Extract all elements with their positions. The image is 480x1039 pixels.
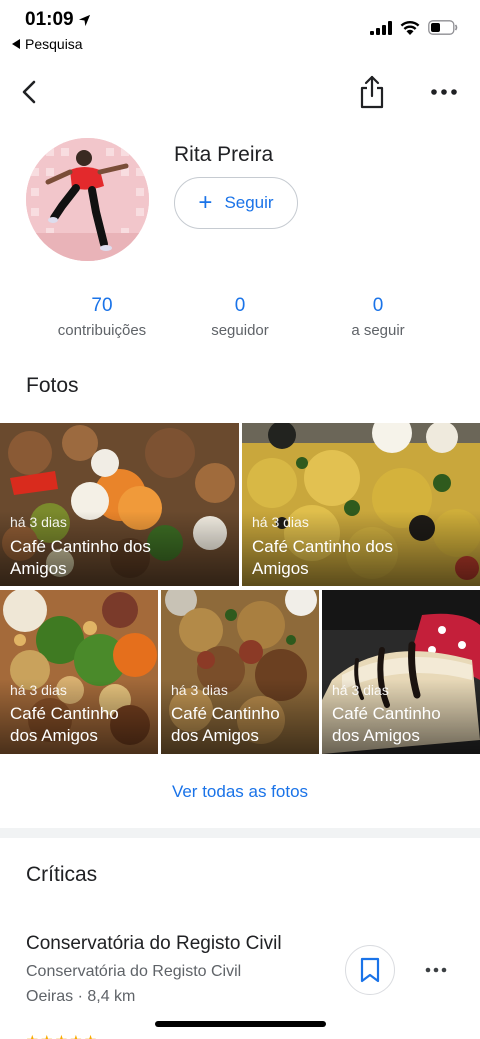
photo-place: Café Cantinho dos Amigos (10, 704, 119, 745)
back-button[interactable] (14, 76, 46, 108)
chevron-left-icon (22, 80, 36, 104)
reviews-section-title: Críticas (26, 863, 98, 886)
photo-tile[interactable]: há 3 dias Café Cantinho dos Amigos (161, 590, 319, 754)
photo-place: Café Cantinho dos Amigos (10, 537, 151, 578)
status-time: 01:09 (25, 9, 91, 31)
status-bar: 01:09 Pesquisa (0, 0, 480, 60)
stat-value: 0 (234, 295, 246, 316)
follow-button[interactable]: + Seguir (174, 177, 298, 229)
photo-date: há 3 dias (10, 682, 67, 698)
stat-label: seguidor (211, 322, 269, 339)
photo-tile[interactable]: há 3 dias Café Cantinho dos Amigos (0, 590, 158, 754)
photos-section-title: Fotos (26, 374, 79, 397)
photo-date: há 3 dias (10, 514, 67, 530)
photo-tile[interactable]: há 3 dias Café Cantinho dos Amigos (322, 590, 480, 754)
stat-following[interactable]: 0 a seguir (298, 295, 458, 339)
save-place-button[interactable] (345, 945, 395, 995)
back-to-app-link[interactable]: Pesquisa (12, 36, 83, 52)
more-options-button[interactable] (428, 78, 460, 106)
photo-date: há 3 dias (332, 682, 389, 698)
review-place-category: Conservatória do Registo Civil (26, 963, 242, 980)
photo-place: Café Cantinho dos Amigos (252, 537, 393, 578)
profile-name: Rita Preira (174, 143, 274, 166)
home-indicator[interactable] (155, 1021, 326, 1027)
cellular-signal-icon (370, 20, 392, 35)
photo-date: há 3 dias (252, 514, 309, 530)
battery-icon (428, 20, 458, 35)
wifi-icon (400, 21, 420, 35)
review-place-location: Oeiras · 8,4 km (26, 988, 136, 1005)
clock-text: 01:09 (25, 9, 74, 30)
back-triangle-icon (12, 39, 20, 49)
top-nav-bar (0, 70, 480, 114)
section-divider (0, 828, 480, 838)
more-dots-icon (431, 89, 457, 95)
stat-value: 70 (91, 295, 113, 316)
stat-followers[interactable]: 0 seguidor (160, 295, 320, 339)
profile-photo (26, 138, 149, 261)
location-arrow-icon (78, 14, 90, 26)
share-icon (360, 75, 384, 109)
stat-label: contribuições (57, 322, 147, 339)
review-place-title[interactable]: Conservatória do Registo Civil (26, 933, 282, 955)
see-all-photos-link[interactable]: Ver todas as fotos (0, 782, 480, 802)
stat-label: a seguir (351, 322, 405, 339)
back-to-app-label: Pesquisa (25, 36, 83, 52)
photo-place: Café Cantinho dos Amigos (171, 704, 280, 745)
photo-place: Café Cantinho dos Amigos (332, 704, 441, 745)
plus-icon: + (198, 189, 213, 216)
more-dots-icon (425, 967, 447, 973)
system-icons (370, 20, 458, 35)
photo-date: há 3 dias (171, 682, 228, 698)
share-button[interactable] (356, 74, 388, 110)
bookmark-icon (360, 957, 380, 983)
photo-tile[interactable]: há 3 dias Café Cantinho dos Amigos (0, 423, 239, 586)
rating-stars-peek: ★★★★★ (26, 1032, 186, 1039)
stat-value: 0 (372, 295, 384, 316)
review-more-button[interactable] (424, 958, 448, 982)
stat-contributions[interactable]: 70 contribuições (22, 295, 182, 339)
follow-label: Seguir (224, 193, 274, 212)
photo-tile[interactable]: há 3 dias Café Cantinho dos Amigos (242, 423, 480, 586)
profile-stats: 70 contribuições 0 seguidor 0 a seguir (0, 295, 480, 345)
avatar[interactable] (26, 138, 149, 261)
